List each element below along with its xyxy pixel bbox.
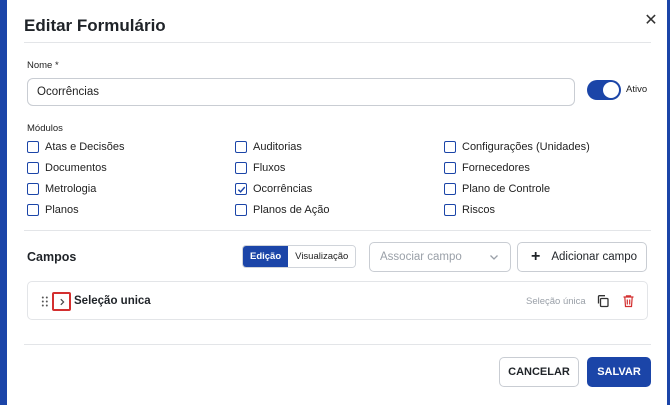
fields-section-title: Campos (27, 250, 77, 264)
checkbox-icon (444, 183, 456, 195)
checkbox-icon (235, 141, 247, 153)
checkbox-icon (27, 141, 39, 153)
module-label: Atas e Decisões (45, 141, 125, 153)
field-type-label: Seleção única (526, 296, 586, 307)
module-label: Planos de Ação (253, 204, 330, 216)
module-checkbox-riscos[interactable]: Riscos (444, 202, 495, 218)
module-label: Auditorias (253, 141, 302, 153)
checkbox-icon (27, 162, 39, 174)
view-mode-toggle: Edição Visualização (242, 245, 357, 268)
module-label: Fluxos (253, 162, 286, 174)
module-checkbox-fornecedores[interactable]: Fornecedores (444, 160, 530, 176)
copy-icon[interactable] (596, 294, 610, 308)
cancel-button[interactable]: CANCELAR (499, 357, 579, 387)
save-button[interactable]: SALVAR (587, 357, 651, 387)
view-mode-edit[interactable]: Edição (243, 246, 289, 267)
checkbox-icon (27, 204, 39, 216)
expand-field-button[interactable] (52, 292, 71, 311)
checkbox-icon (444, 204, 456, 216)
close-icon[interactable]: ✕ (641, 10, 661, 30)
module-checkbox-planos[interactable]: Planos (27, 202, 79, 218)
chevron-down-icon (490, 255, 498, 260)
add-field-button[interactable]: + Adicionar campo (517, 242, 647, 272)
chevron-right-icon (59, 298, 64, 305)
trash-icon[interactable] (622, 294, 635, 308)
associate-field-placeholder: Associar campo (380, 251, 462, 263)
header-divider (24, 42, 651, 43)
active-toggle[interactable] (587, 80, 621, 100)
view-mode-preview[interactable]: Visualização (288, 246, 356, 267)
background-strip-left (0, 0, 7, 405)
dialog-title: Editar Formulário (24, 16, 166, 35)
name-input[interactable] (27, 78, 575, 106)
associate-field-select[interactable]: Associar campo (369, 242, 511, 272)
module-label: Riscos (462, 204, 496, 216)
module-label: Documentos (45, 162, 107, 174)
module-label: Planos (45, 204, 79, 216)
active-toggle-label: Ativo (626, 84, 648, 95)
module-label: Metrologia (45, 183, 97, 195)
checkbox-icon (235, 204, 247, 216)
field-item: Seleção unica Seleção única (27, 281, 648, 320)
footer-divider (24, 344, 651, 345)
checkbox-icon (444, 141, 456, 153)
checkbox-icon (444, 162, 456, 174)
add-field-label: Adicionar campo (551, 251, 637, 263)
modules-label: Módulos (27, 123, 63, 134)
plus-icon: + (531, 248, 541, 265)
name-label: Nome * (27, 60, 59, 71)
module-checkbox-atas-e-decisoes[interactable]: Atas e Decisões (27, 139, 124, 155)
checkbox-checked-icon (235, 183, 247, 195)
drag-handle-icon[interactable] (41, 296, 49, 307)
checkbox-icon (27, 183, 39, 195)
module-label: Fornecedores (462, 162, 530, 174)
module-label: Ocorrências (253, 183, 313, 195)
module-checkbox-configuracoes-unidades[interactable]: Configurações (Unidades) (444, 139, 590, 155)
edit-form-dialog: Editar Formulário ✕ Nome * Ativo Módulos… (7, 0, 667, 405)
module-checkbox-ocorrencias[interactable]: Ocorrências (235, 181, 312, 197)
module-checkbox-plano-de-controle[interactable]: Plano de Controle (444, 181, 550, 197)
module-checkbox-planos-de-acao[interactable]: Planos de Ação (235, 202, 329, 218)
module-checkbox-documentos[interactable]: Documentos (27, 160, 107, 176)
modules-divider (24, 230, 651, 231)
module-checkbox-fluxos[interactable]: Fluxos (235, 160, 285, 176)
module-label: Configurações (Unidades) (462, 141, 590, 153)
field-name: Seleção unica (74, 295, 151, 307)
module-checkbox-metrologia[interactable]: Metrologia (27, 181, 96, 197)
checkbox-icon (235, 162, 247, 174)
module-label: Plano de Controle (462, 183, 551, 195)
toggle-knob (603, 82, 619, 98)
module-checkbox-auditorias[interactable]: Auditorias (235, 139, 302, 155)
